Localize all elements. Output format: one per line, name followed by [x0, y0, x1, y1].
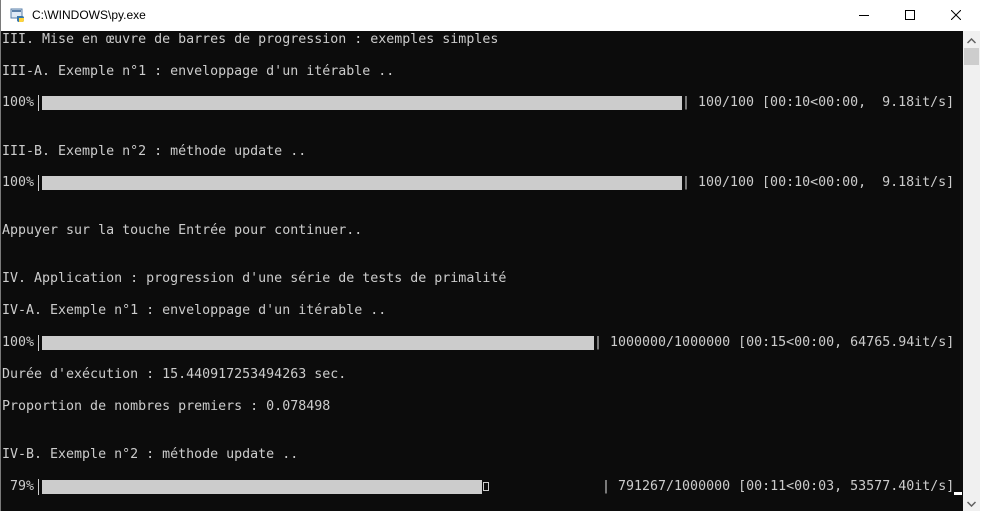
console-line: Appuyer sur la touche Entrée pour contin… [2, 223, 363, 238]
progress-bar-row: 100% | 100/100 [00:10<00:00, 9.18it/s] [1, 95, 963, 111]
progress-fill [42, 176, 682, 190]
console-line: III-A. Exemple n°1 : enveloppage d'un it… [2, 64, 395, 79]
minimize-icon [859, 7, 869, 25]
progress-bar-row: 100% | 1000000/1000000 [00:15<00:00, 647… [1, 335, 963, 351]
scroll-up-button[interactable] [963, 31, 980, 48]
console-line: III-B. Exemple n°2 : méthode update .. [2, 144, 307, 159]
progress-stats: | 791267/1000000 [00:11<00:03, 53577.40i… [602, 479, 955, 494]
bar-left-edge [38, 479, 39, 495]
console-line: IV. Application : progression d'une séri… [2, 271, 507, 286]
bar-left-edge [38, 95, 39, 111]
console-line: Proportion de nombres premiers : 0.07849… [2, 399, 331, 414]
console-line: IV-A. Exemple n°1 : enveloppage d'un ité… [2, 303, 387, 318]
progress-stats: | 100/100 [00:10<00:00, 9.18it/s] [682, 175, 955, 190]
chevron-down-icon [966, 494, 977, 512]
maximize-button[interactable] [887, 0, 933, 31]
progress-stats: | 1000000/1000000 [00:15<00:00, 64765.94… [594, 335, 955, 350]
scroll-down-button[interactable] [963, 494, 980, 511]
console-output[interactable]: III. Mise en œuvre de barres de progress… [1, 31, 963, 511]
text-cursor [954, 492, 962, 495]
progress-fill [42, 96, 682, 110]
progress-fill [42, 336, 594, 350]
close-icon [950, 7, 962, 25]
progress-fill [42, 480, 482, 494]
progress-percent: 100% [2, 95, 35, 110]
minimize-button[interactable] [841, 0, 887, 31]
vertical-scrollbar[interactable] [963, 31, 980, 511]
console-line: IV-B. Exemple n°2 : méthode update .. [2, 447, 299, 462]
partial-block-glyph [483, 482, 489, 491]
bar-left-edge [38, 175, 39, 191]
progress-percent: 79% [2, 479, 35, 494]
python-console-icon [10, 7, 26, 23]
scroll-thumb[interactable] [964, 48, 979, 65]
progress-stats: | 100/100 [00:10<00:00, 9.18it/s] [682, 95, 955, 110]
console-line: III. Mise en œuvre de barres de progress… [2, 32, 499, 47]
maximize-icon [905, 7, 915, 25]
progress-percent: 100% [2, 335, 35, 350]
window-title: C:\WINDOWS\py.exe [32, 8, 146, 22]
progress-bar-row: 100% | 100/100 [00:10<00:00, 9.18it/s] [1, 175, 963, 191]
title-bar[interactable]: C:\WINDOWS\py.exe [1, 0, 981, 31]
progress-percent: 100% [2, 175, 35, 190]
bar-left-edge [38, 335, 39, 351]
progress-bar-row: 79% | 791267/1000000 [00:11<00:03, 53577… [1, 479, 963, 495]
close-button[interactable] [933, 0, 979, 31]
console-line: Durée d'exécution : 15.440917253494263 s… [2, 367, 347, 382]
chevron-up-icon [966, 31, 977, 49]
console-window: C:\WINDOWS\py.exe III. Mise en œuvre de … [0, 0, 981, 511]
